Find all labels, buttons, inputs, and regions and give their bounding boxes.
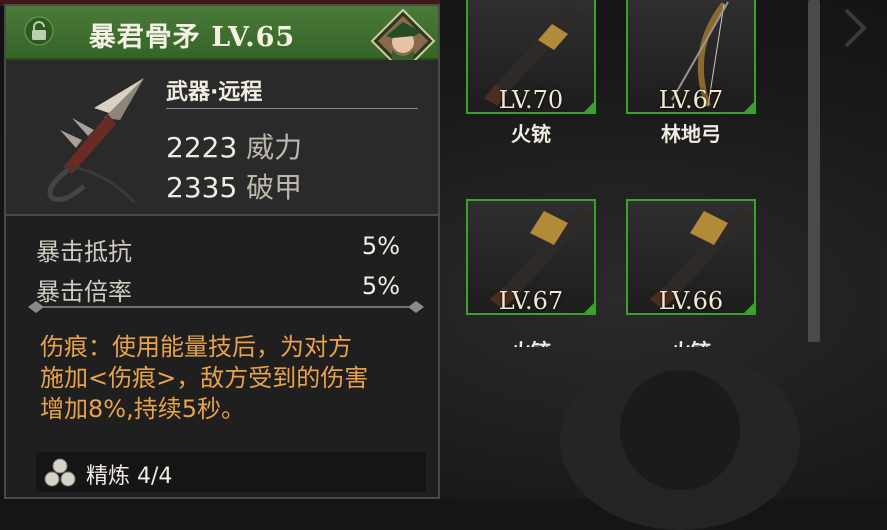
stat-label: 威力 [246,131,303,164]
passive-description: 伤痕：使用能量技后，为对方 施加<伤痕>，敌方受到的伤害 增加8%,持续5秒。 [40,332,420,425]
rarity-corner [582,100,596,114]
inventory-item-name: 火铳 [466,335,596,347]
sort-icon[interactable] [838,6,872,50]
item-level: LV.66 [658,287,724,315]
scrollbar[interactable] [808,0,820,342]
rarity-corner [742,100,756,114]
refine-bar[interactable]: 精炼 4/4 [36,452,426,492]
stat-armor-break: 2335 破甲 [166,166,302,206]
inventory-item-name: 火铳 [626,335,756,347]
ornament-divider [28,301,424,313]
divider [6,214,438,216]
stat-label: 破甲 [246,171,303,204]
inventory-card[interactable]: LV.70 [466,0,596,114]
inventory-card[interactable]: LV.66 [626,199,756,315]
item-header: 暴君骨矛 LV.65 [6,6,438,74]
description-line: 增加8%,持续5秒。 [40,395,245,423]
stat-value: 2223 [166,131,238,164]
attribute-label: 暴击抵抗 [36,238,132,266]
item-summary: 武器·远程 2223 威力 2335 破甲 [6,60,438,214]
item-name: 暴君骨矛 LV.65 [88,22,296,53]
rarity-corner [742,301,756,315]
item-level: LV.67 [658,86,724,114]
description-line: 施加<伤痕>，敌方受到的伤害 [40,364,369,392]
inventory-card[interactable]: LV.67 [626,0,756,114]
knight-emblem-icon [560,350,800,530]
bone-spear-icon [47,78,144,204]
attribute-row: 暴击抵抗 5% [36,232,400,267]
description-line: 伤痕：使用能量技后，为对方 [40,333,352,361]
attribute-value: 5% [361,272,400,300]
inventory-card[interactable]: LV.67 [466,199,596,315]
stat-power: 2223 威力 [166,126,302,166]
inventory-item-name: 火铳 [511,122,551,146]
divider [166,108,418,109]
stat-value: 2335 [166,171,238,204]
attribute-value: 5% [361,232,400,260]
inventory-item-name: 林地弓 [661,122,721,146]
rarity-corner [582,301,596,315]
item-level: LV.70 [498,86,564,114]
item-level: LV.67 [498,287,564,315]
refine-label: 精炼 4/4 [86,464,173,489]
refine-icon [44,458,76,487]
item-category: 武器·远程 [166,80,263,105]
item-detail-panel: 暴君骨矛 LV.65 武器·远程 2223 威力 2335 破甲 暴击抵抗 5%… [4,4,440,499]
